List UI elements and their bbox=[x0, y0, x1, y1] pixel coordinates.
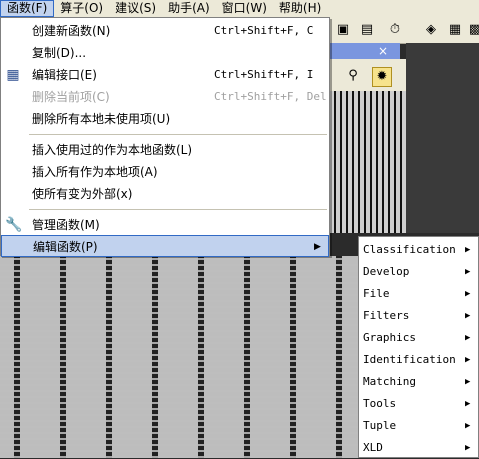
menu-item-delete-current[interactable]: 删除当前项(C) Ctrl+Shift+F, Del bbox=[1, 86, 329, 108]
menu-item-create-function[interactable]: 创建新函数(N) Ctrl+Shift+F, C bbox=[1, 20, 329, 42]
menu-item-shortcut: Ctrl+Shift+F, Del bbox=[214, 90, 327, 103]
menu-operator[interactable]: 算子(O) bbox=[54, 0, 109, 17]
menu-suggestions[interactable]: 建议(S) bbox=[109, 0, 162, 17]
edit-function-submenu: Classification ▶ Develop ▶ File ▶ Filter… bbox=[358, 236, 479, 458]
menu-item-label: 管理函数(M) bbox=[32, 218, 100, 232]
submenu-item-file[interactable]: File ▶ bbox=[359, 283, 478, 305]
submenu-item-label: Tuple bbox=[363, 419, 397, 432]
toolbar-image-icon[interactable]: ▦ bbox=[446, 21, 464, 39]
submenu-item-label: Filters bbox=[363, 309, 410, 322]
menu-item-shortcut: Ctrl+Shift+F, C bbox=[214, 24, 314, 37]
submenu-arrow-icon: ▶ bbox=[465, 443, 471, 453]
toolbar-palette-icon[interactable]: ◈ bbox=[422, 21, 440, 39]
menu-item-copy[interactable]: 复制(D)... bbox=[1, 42, 329, 64]
submenu-arrow-icon: ▶ bbox=[465, 355, 471, 365]
menu-item-insert-used-as-local[interactable]: 插入使用过的作为本地函数(L) bbox=[1, 139, 329, 161]
submenu-item-label: Develop bbox=[363, 265, 410, 278]
menu-item-make-all-external[interactable]: 使所有变为外部(x) bbox=[1, 183, 329, 205]
submenu-arrow-icon: ▶ bbox=[465, 267, 471, 277]
submenu-arrow-icon: ▶ bbox=[465, 399, 471, 409]
menu-separator bbox=[29, 134, 327, 135]
table-icon: ▦ bbox=[6, 67, 20, 83]
menu-item-delete-unused-local[interactable]: 删除所有本地未使用项(U) bbox=[1, 108, 329, 130]
submenu-arrow-icon: ▶ bbox=[314, 242, 321, 252]
menu-item-label: 创建新函数(N) bbox=[32, 24, 111, 38]
submenu-item-label: Tools bbox=[363, 397, 397, 410]
submenu-item-label: XLD bbox=[363, 441, 383, 454]
menu-help[interactable]: 帮助(H) bbox=[273, 0, 327, 17]
menu-item-edit-function[interactable]: 编辑函数(P) ▶ bbox=[1, 235, 329, 257]
menu-separator bbox=[29, 209, 327, 210]
submenu-item-filters[interactable]: Filters ▶ bbox=[359, 305, 478, 327]
submenu-arrow-icon: ▶ bbox=[465, 311, 471, 321]
submenu-item-label: Identification bbox=[363, 353, 456, 366]
menu-item-insert-all-as-local[interactable]: 插入所有作为本地项(A) bbox=[1, 161, 329, 183]
menu-bar: 函数(F) 算子(O) 建议(S) 助手(A) 窗口(W) 帮助(H) bbox=[0, 0, 479, 17]
menu-assistants[interactable]: 助手(A) bbox=[162, 0, 216, 17]
menu-window[interactable]: 窗口(W) bbox=[216, 0, 273, 17]
toolbar-timer-icon[interactable]: ⏱ bbox=[386, 21, 404, 39]
submenu-item-matching[interactable]: Matching ▶ bbox=[359, 371, 478, 393]
submenu-arrow-icon: ▶ bbox=[465, 333, 471, 343]
menu-item-label: 插入使用过的作为本地函数(L) bbox=[32, 143, 193, 157]
main-toolbar: ▣ ▤ ⏱ ◈ ▦ ▩ bbox=[330, 17, 479, 44]
image-window bbox=[0, 256, 358, 458]
toolbar-list-icon[interactable]: ▤ bbox=[358, 21, 376, 39]
submenu-item-label: File bbox=[363, 287, 390, 300]
menu-item-edit-interface[interactable]: ▦ 编辑接口(E) Ctrl+Shift+F, I bbox=[1, 64, 329, 86]
submenu-item-label: Matching bbox=[363, 375, 416, 388]
menu-item-shortcut: Ctrl+Shift+F, I bbox=[214, 68, 314, 81]
wrench-icon: 🔧 bbox=[5, 217, 23, 233]
submenu-arrow-icon: ▶ bbox=[465, 377, 471, 387]
menu-item-label: 复制(D)... bbox=[32, 46, 87, 60]
menu-item-label: 插入所有作为本地项(A) bbox=[32, 165, 158, 179]
submenu-item-tuple[interactable]: Tuple ▶ bbox=[359, 415, 478, 437]
menu-item-manage-functions[interactable]: 🔧 管理函数(M) bbox=[1, 214, 329, 236]
submenu-arrow-icon: ▶ bbox=[465, 421, 471, 431]
menu-item-label: 删除所有本地未使用项(U) bbox=[32, 112, 171, 126]
submenu-arrow-icon: ▶ bbox=[465, 289, 471, 299]
submenu-item-develop[interactable]: Develop ▶ bbox=[359, 261, 478, 283]
graphics-window-image bbox=[330, 91, 406, 233]
menu-item-label: 删除当前项(C) bbox=[32, 90, 110, 104]
submenu-item-graphics[interactable]: Graphics ▶ bbox=[359, 327, 478, 349]
submenu-item-tools[interactable]: Tools ▶ bbox=[359, 393, 478, 415]
graphics-window-toolbar: ⚲ ✹ bbox=[330, 59, 406, 91]
workspace-background bbox=[406, 43, 479, 233]
graphics-window-titlebar[interactable]: × bbox=[330, 43, 400, 59]
submenu-item-label: Graphics bbox=[363, 331, 416, 344]
submenu-item-label: Classification bbox=[363, 243, 456, 256]
zoom-tool-icon[interactable]: ⚲ bbox=[344, 67, 362, 85]
function-menu-dropdown: 创建新函数(N) Ctrl+Shift+F, C 复制(D)... ▦ 编辑接口… bbox=[0, 17, 330, 257]
submenu-item-xld[interactable]: XLD ▶ bbox=[359, 437, 478, 459]
menu-item-label: 使所有变为外部(x) bbox=[32, 187, 133, 201]
menu-item-label: 编辑接口(E) bbox=[32, 68, 97, 82]
toolbar-window-icon[interactable]: ▣ bbox=[334, 21, 352, 39]
close-icon[interactable]: × bbox=[378, 43, 388, 59]
menu-function[interactable]: 函数(F) bbox=[0, 0, 55, 17]
toolbar-more-icon[interactable]: ▩ bbox=[466, 21, 479, 39]
submenu-item-classification[interactable]: Classification ▶ bbox=[359, 239, 478, 261]
submenu-item-identification[interactable]: Identification ▶ bbox=[359, 349, 478, 371]
submenu-arrow-icon: ▶ bbox=[465, 245, 471, 255]
lightbulb-icon[interactable]: ✹ bbox=[372, 67, 392, 87]
menu-item-label: 编辑函数(P) bbox=[33, 240, 98, 254]
